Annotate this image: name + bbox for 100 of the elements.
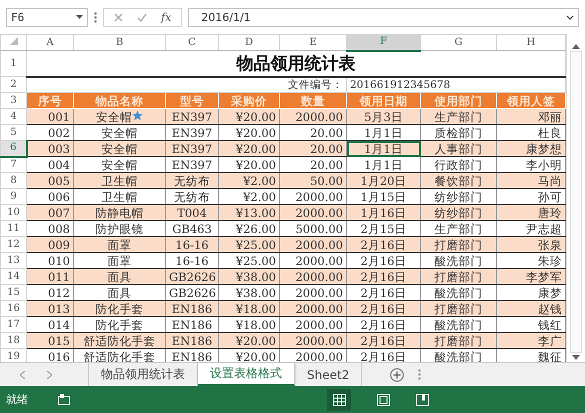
column-header[interactable]: H [496, 34, 566, 50]
table-cell: 5月3日 [346, 108, 420, 124]
row-header[interactable]: 16 [0, 300, 26, 316]
table-cell: 2月16日 [346, 236, 420, 252]
scroll-up-icon[interactable] [572, 44, 580, 49]
row-header[interactable]: 14 [0, 268, 26, 284]
table-cell: 无纺布 [166, 172, 218, 188]
table-cell: 2000.00 [280, 204, 346, 220]
column-heading: 型号 [166, 92, 218, 108]
table-cell: GB2626 [166, 268, 218, 284]
table-cell: 2月16日 [346, 332, 420, 348]
row-header[interactable]: 3 [0, 92, 26, 108]
table-cell: 邓丽 [496, 108, 566, 124]
column-heading: 数量 [280, 92, 346, 108]
column-header[interactable]: G [420, 34, 496, 50]
grid-icon[interactable] [332, 394, 346, 406]
check-icon[interactable] [137, 12, 147, 22]
sheet-tab[interactable]: 设置表格格式 [198, 363, 295, 386]
row-header[interactable]: 19 [0, 348, 26, 362]
column-header[interactable]: F [346, 34, 420, 50]
row-header[interactable]: 4 [0, 108, 26, 124]
table-cell: 2月16日 [346, 300, 420, 316]
row-header[interactable]: 12 [0, 236, 26, 252]
insert-function-button[interactable]: fx [161, 10, 172, 24]
table-cell: 2000.00 [280, 108, 346, 124]
column-heading: 领用日期 [346, 92, 420, 108]
row-header[interactable]: 1 [0, 50, 26, 76]
table-cell: 马尚 [496, 172, 566, 188]
row-header[interactable]: 17 [0, 316, 26, 332]
column-heading: 使用部门 [420, 92, 496, 108]
table-cell: 打磨部门 [420, 300, 496, 316]
column-heading: 序号 [26, 92, 74, 108]
table-cell: 003 [26, 140, 74, 156]
row-header[interactable]: 8 [0, 172, 26, 188]
table-cell: 2月16日 [346, 268, 420, 284]
table-cell: 2000.00 [280, 300, 346, 316]
table-cell: 李广 [496, 332, 566, 348]
column-heading: 采购价 [218, 92, 280, 108]
column-header[interactable]: A [26, 34, 74, 50]
column-header[interactable]: E [280, 34, 346, 50]
table-cell: ¥20.00 [218, 332, 280, 348]
more-icon[interactable] [94, 12, 97, 22]
table-cell: 李梦军 [496, 268, 566, 284]
formula-field[interactable]: 2016/1/1 [188, 8, 579, 26]
table-cell: 001 [26, 108, 74, 124]
row-header[interactable]: 6 [0, 140, 26, 156]
normal-view-button[interactable] [327, 388, 351, 410]
table-cell: 50.00 [280, 172, 346, 188]
table-cell: ¥25.00 [218, 236, 280, 252]
row-header[interactable]: 18 [0, 332, 26, 348]
row-header[interactable]: 9 [0, 188, 26, 204]
table-cell: ¥18.00 [218, 300, 280, 316]
scroll-down-icon[interactable] [572, 355, 580, 360]
table-cell: EN186 [166, 300, 218, 316]
table-cell: 餐饮部门 [420, 172, 496, 188]
add-sheet-icon[interactable] [390, 368, 404, 382]
vertical-scrollbar[interactable] [566, 34, 585, 362]
table-cell: T004 [166, 204, 218, 220]
table-cell: 2000.00 [280, 268, 346, 284]
table-cell: 面具 [74, 268, 166, 284]
table-cell: 打磨部门 [420, 332, 496, 348]
column-header[interactable]: C [166, 34, 218, 50]
table-cell: 打磨部门 [420, 268, 496, 284]
selected-cell[interactable]: 1月1日 [346, 140, 420, 156]
row-header[interactable]: 15 [0, 284, 26, 300]
table-cell: 打磨部门 [420, 236, 496, 252]
table-cell: EN397 [166, 108, 218, 124]
expand-icon[interactable] [566, 14, 574, 20]
name-box[interactable]: F6 [6, 8, 88, 26]
table-cell: 赵钱 [496, 300, 566, 316]
row-header[interactable]: 5 [0, 124, 26, 140]
column-header[interactable]: D [218, 34, 280, 50]
table-cell: 011 [26, 268, 74, 284]
row-header[interactable]: 2 [0, 76, 26, 92]
table-cell: 2000.00 [280, 236, 346, 252]
table-cell: ¥20.00 [218, 108, 280, 124]
table-cell: 16-16 [166, 236, 218, 252]
table-cell: 005 [26, 172, 74, 188]
table-cell: ¥38.00 [218, 268, 280, 284]
table-cell: EN186 [166, 332, 218, 348]
page-break-icon[interactable] [416, 394, 429, 406]
table-cell: 007 [26, 204, 74, 220]
table-cell: 康梦想 [496, 140, 566, 156]
table-cell: ¥20.00 [218, 140, 280, 156]
table-cell: 卫生帽 [74, 172, 166, 188]
row-header[interactable]: 11 [0, 220, 26, 236]
page-layout-icon[interactable] [377, 394, 390, 406]
row-header[interactable]: 13 [0, 252, 26, 268]
more-icon[interactable] [418, 369, 422, 380]
caret-icon[interactable] [76, 15, 83, 19]
table-cell: 人事部门 [420, 140, 496, 156]
table-cell: 纺纱部门 [420, 204, 496, 220]
table-cell: 1月16日 [346, 204, 420, 220]
table-cell: ¥2.00 [218, 172, 280, 188]
row-header[interactable]: 10 [0, 204, 26, 220]
table-cell: 防静电帽 [74, 204, 166, 220]
macro-record-icon[interactable] [58, 394, 70, 405]
column-header[interactable]: B [74, 34, 166, 50]
table-cell: 20.00 [280, 140, 346, 156]
table-cell: 009 [26, 236, 74, 252]
